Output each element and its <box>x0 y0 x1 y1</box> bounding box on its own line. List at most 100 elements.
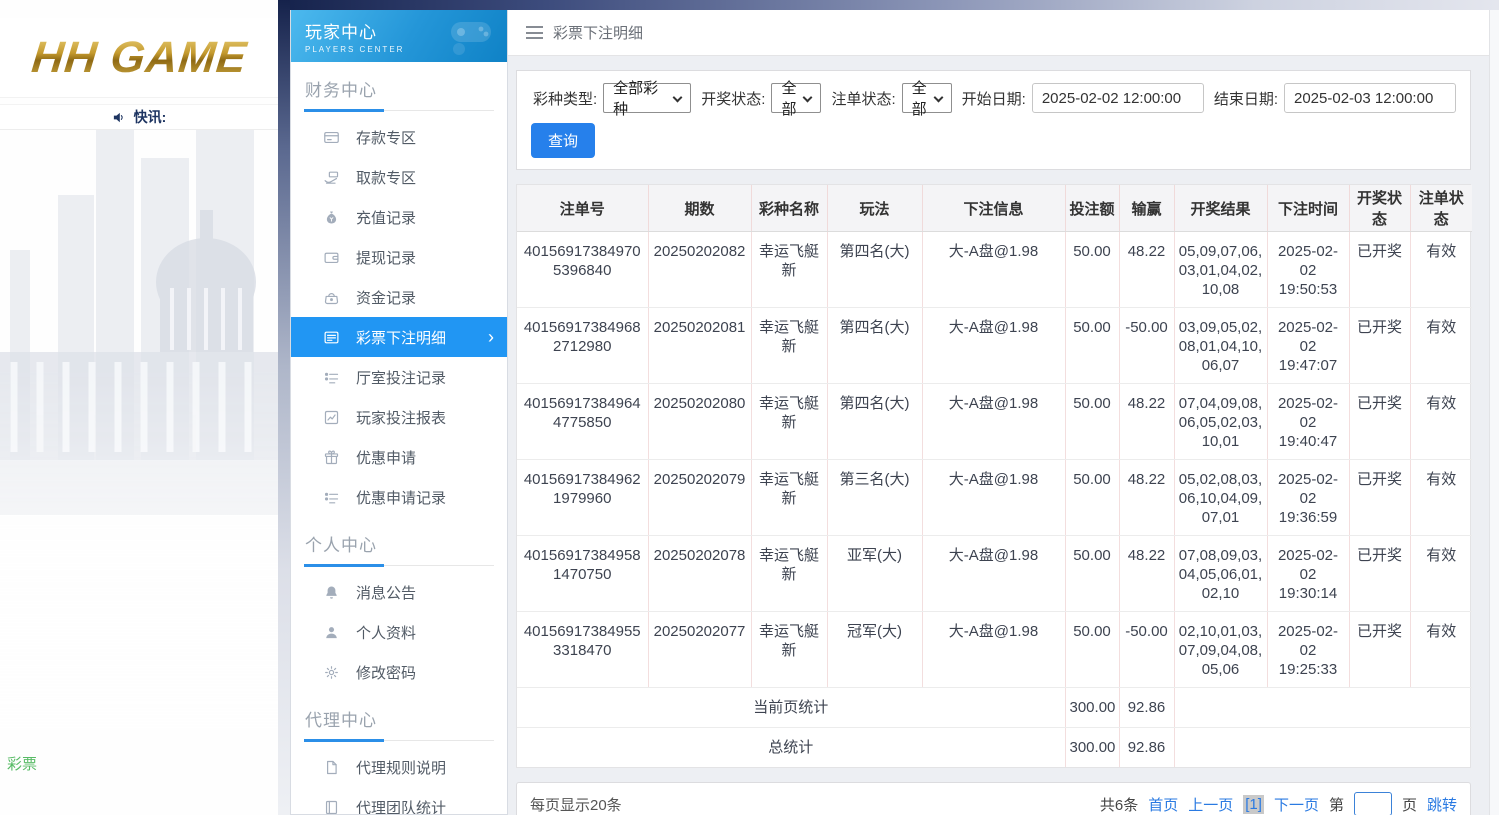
search-button[interactable]: 查询 <box>531 123 596 158</box>
cell-lottery-name: 幸运飞艇新 <box>751 535 828 612</box>
sidebar-item-提现记录[interactable]: 提现记录 <box>291 237 507 277</box>
lottery-type-select[interactable]: 全部彩种 <box>603 80 692 118</box>
deposit-card-icon <box>323 129 340 146</box>
sidebar-item-优惠申请[interactable]: 优惠申请 <box>291 437 507 477</box>
cell-bet-time: 2025-02-02 19:36:59 <box>1267 459 1350 536</box>
cell-bet-info: 大-A盘@1.98 <box>922 231 1066 308</box>
bell-icon <box>323 584 340 601</box>
cell-win-loss: 48.22 <box>1119 383 1175 460</box>
news-ticker-bar: 快讯: <box>0 104 278 130</box>
cell-bet-info: 大-A盘@1.98 <box>922 383 1066 460</box>
summary-bet-total: 300.00 <box>1065 727 1120 767</box>
pagination-bar: 每页显示20条 共6条 首页 上一页 [1] 下一页 第 页 跳转 <box>516 782 1471 815</box>
cell-bet-amount: 50.00 <box>1065 535 1120 612</box>
summary-row: 当前页统计 300.00 92.86 <box>517 687 1472 728</box>
column-header: 注单号 <box>517 185 649 232</box>
first-page-link[interactable]: 首页 <box>1148 794 1178 815</box>
order-status-select[interactable]: 全部 <box>901 80 952 118</box>
page-header: 彩票下注明细 <box>508 10 1489 56</box>
cell-lottery-name: 幸运飞艇新 <box>751 611 828 688</box>
green-watermark-text: 彩票 <box>7 756 38 773</box>
cell-bet-amount: 50.00 <box>1065 611 1120 688</box>
list-card-icon <box>323 329 340 346</box>
scrollbar[interactable] <box>1489 10 1499 815</box>
cell-draw-status: 已开奖 <box>1349 231 1411 308</box>
sidebar-item-取款专区[interactable]: 取款专区 <box>291 157 507 197</box>
cell-bet-time: 2025-02-02 19:47:07 <box>1267 307 1350 384</box>
brand-panel: HH GAME 快讯: 彩票 <box>0 0 278 815</box>
sidebar-item-label: 代理规则说明 <box>356 759 447 777</box>
table-row: 401569173849682712980 20250202081 幸运飞艇新 第四名… <box>517 307 1472 384</box>
sidebar-item-存款专区[interactable]: 存款专区 <box>291 117 507 157</box>
cell-lottery-name: 幸运飞艇新 <box>751 383 828 460</box>
prev-page-link[interactable]: 上一页 <box>1188 794 1233 815</box>
draw-status-select[interactable]: 全部 <box>771 80 822 118</box>
sidebar-item-玩家投注报表[interactable]: 玩家投注报表 <box>291 397 507 437</box>
table-row: 401569173849621979960 20250202079 幸运飞艇新 第三名… <box>517 459 1472 536</box>
sidebar-item-优惠申请记录[interactable]: 优惠申请记录 <box>291 477 507 517</box>
sidebar-item-label: 存款专区 <box>356 129 417 147</box>
chevron-down-icon <box>672 92 683 103</box>
column-header: 彩种名称 <box>751 185 828 232</box>
cell-win-loss: -50.00 <box>1119 307 1175 384</box>
sidebar-item-彩票下注明细[interactable]: 彩票下注明细 › <box>291 317 507 357</box>
withdraw-hand-icon <box>323 169 340 186</box>
sidebar-item-资金记录[interactable]: 资金记录 <box>291 277 507 317</box>
table-row: 401569173849553318470 20250202077 幸运飞艇新 冠军(… <box>517 611 1472 688</box>
hamburger-menu-icon[interactable] <box>526 26 543 39</box>
page-title: 彩票下注明细 <box>553 25 644 42</box>
section-divider <box>304 739 494 742</box>
sidebar: 玩家中心 PLAYERS CENTER 财务中心 存款专区 取款专区 充值记录 提现记录… <box>290 10 508 815</box>
table-header-row: 注单号 期数 彩种名称 玩法 下注信息 投注额 输赢 开奖结果 下注时间 开奖状态 注单状态 <box>517 185 1472 232</box>
cell-draw-result: 05,09,07,06,03,01,04,02,10,08 <box>1174 231 1268 308</box>
purse-icon <box>323 289 340 306</box>
total-count-text: 共6条 <box>1099 796 1139 814</box>
main-content: 彩票下注明细 彩种类型: 全部彩种 开奖状态: 全部 注单状态: 全部 开始日期… <box>508 10 1489 815</box>
sidebar-item-label: 玩家投注报表 <box>356 409 447 427</box>
cell-order-status: 有效 <box>1410 611 1472 688</box>
end-date-input[interactable] <box>1284 83 1456 113</box>
top-navy-strip <box>278 0 1499 10</box>
cell-order-status: 有效 <box>1410 459 1472 536</box>
sidebar-item-充值记录[interactable]: 充值记录 <box>291 197 507 237</box>
start-date-input[interactable] <box>1031 83 1204 113</box>
cell-bet-amount: 50.00 <box>1065 231 1120 308</box>
sidebar-item-label: 提现记录 <box>356 249 417 267</box>
cell-bet-amount: 50.00 <box>1065 307 1120 384</box>
cell-draw-result: 02,10,01,03,07,09,04,08,05,06 <box>1174 611 1268 688</box>
sidebar-item-修改密码[interactable]: 修改密码 <box>291 652 507 692</box>
cell-bet-info: 大-A盘@1.98 <box>922 535 1066 612</box>
chevron-down-icon <box>803 92 813 103</box>
sidebar-item-label: 彩票下注明细 <box>356 329 447 347</box>
cell-order-id: 401569173849705396840 <box>517 231 649 308</box>
cell-lottery-name: 幸运飞艇新 <box>751 459 828 536</box>
sidebar-item-厅室投注记录[interactable]: 厅室投注记录 <box>291 357 507 397</box>
current-page-indicator[interactable]: [1] <box>1243 794 1264 814</box>
cell-play-type: 第四名(大) <box>827 307 923 384</box>
sidebar-item-消息公告[interactable]: 消息公告 <box>291 572 507 612</box>
summary-label: 当前页统计 <box>517 687 1066 728</box>
cell-play-type: 第四名(大) <box>827 231 923 308</box>
cell-lottery-name: 幸运飞艇新 <box>751 231 828 308</box>
cell-play-type: 冠军(大) <box>827 611 923 688</box>
sidebar-item-个人资料[interactable]: 个人资料 <box>291 612 507 652</box>
sidebar-item-label: 优惠申请 <box>356 449 417 467</box>
cell-order-status: 有效 <box>1410 231 1472 308</box>
sidebar-item-代理团队统计[interactable]: 代理团队统计 <box>291 787 507 815</box>
sidebar-item-label: 代理团队统计 <box>356 799 447 815</box>
table-row: 401569173849644775850 20250202080 幸运飞艇新 第四名… <box>517 383 1472 460</box>
next-page-link[interactable]: 下一页 <box>1274 794 1319 815</box>
column-header: 注单状态 <box>1410 185 1472 232</box>
page-jump-input[interactable] <box>1353 792 1392 815</box>
page-size-text: 每页显示20条 <box>530 796 622 814</box>
filter-panel: 彩种类型: 全部彩种 开奖状态: 全部 注单状态: 全部 开始日期: 结束日期: <box>516 70 1471 170</box>
cell-draw-result: 07,04,09,08,06,05,02,03,10,01 <box>1174 383 1268 460</box>
sidebar-item-代理规则说明[interactable]: 代理规则说明 <box>291 747 507 787</box>
jump-button[interactable]: 跳转 <box>1427 794 1457 815</box>
lottery-type-value: 全部彩种 <box>613 80 659 118</box>
column-header: 玩法 <box>827 185 923 232</box>
cell-draw-status: 已开奖 <box>1349 535 1411 612</box>
wallet-icon <box>323 249 340 266</box>
sidebar-item-label: 取款专区 <box>356 169 417 187</box>
cell-play-type: 第三名(大) <box>827 459 923 536</box>
